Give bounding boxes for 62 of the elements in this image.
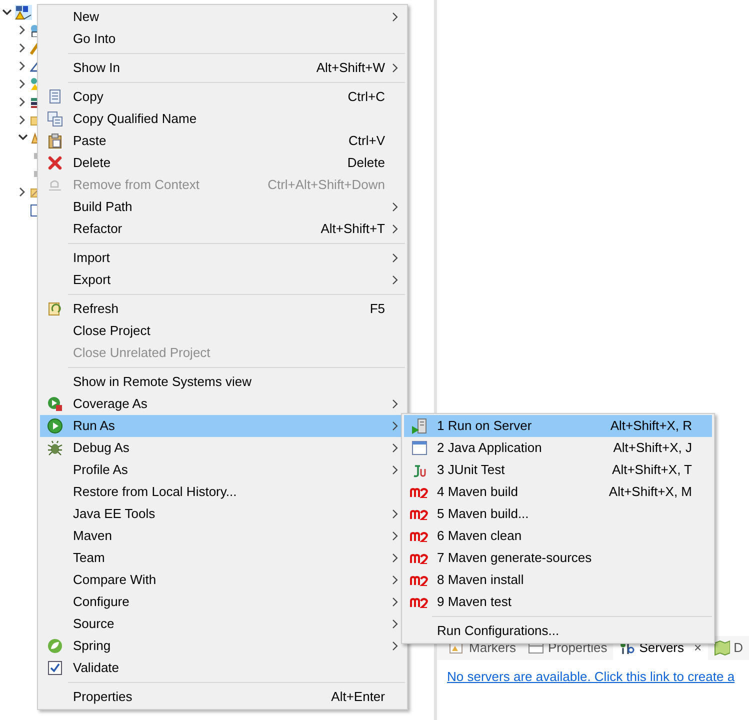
menu-item[interactable]: Compare With [40,569,405,591]
menu-item[interactable]: 1 Run on Server Alt+Shift+X, R [404,415,712,437]
menu-item[interactable]: Coverage As [40,393,405,415]
play-icon [47,418,63,434]
copy-icon [47,111,63,127]
menu-item[interactable]: Go Into [40,28,405,50]
map-icon [714,640,730,656]
menu-item[interactable]: Refactor Alt+Shift+T [40,218,405,240]
create-server-link[interactable]: No servers are available. Click this link to create a [447,669,735,684]
maven-icon [410,508,428,520]
menu-item[interactable]: Properties Alt+Enter [40,686,405,708]
menu-item[interactable]: 4 Maven build Alt+Shift+X, M [404,481,712,503]
menu-item[interactable]: Paste Ctrl+V [40,130,405,152]
menu-item[interactable]: 6 Maven clean [404,525,712,547]
window-icon [411,440,427,456]
menu-item[interactable]: Debug As [40,437,405,459]
bug-icon [47,440,63,456]
menu-item[interactable]: Maven [40,525,405,547]
menu-item[interactable]: Java EE Tools [40,503,405,525]
menu-item[interactable]: Build Path [40,196,405,218]
menu-item[interactable]: Show in Remote Systems view [40,371,405,393]
copy-icon [47,89,63,105]
maven-icon [410,486,428,498]
paste-icon [47,133,63,149]
menu-item[interactable]: Show In Alt+Shift+W [40,57,405,79]
expand-toggle-icon[interactable] [18,133,28,143]
menu-item[interactable]: Configure [40,591,405,613]
tree-node-icon [30,41,40,55]
menu-item[interactable]: Copy Ctrl+C [40,86,405,108]
menu-item[interactable]: Export [40,269,405,291]
menu-item[interactable]: Profile As [40,459,405,481]
menu-item[interactable]: Team [40,547,405,569]
menu-item[interactable]: 3 JUnit Test Alt+Shift+X, T [404,459,712,481]
menu-item[interactable]: New [40,6,405,28]
tree-node-icon [30,131,40,145]
checkbox-icon [47,660,63,676]
maven-icon [410,552,428,564]
menu-item[interactable]: Import [40,247,405,269]
delete-icon [47,155,63,171]
menu-item[interactable]: Source [40,613,405,635]
menu-item[interactable]: Spring [40,635,405,657]
junit-icon [411,462,427,478]
expand-toggle-icon[interactable] [2,8,12,16]
menu-item[interactable]: 8 Maven install [404,569,712,591]
tree-node-icon [30,77,40,91]
menu-item[interactable]: Close Project [40,320,405,342]
maven-icon [410,574,428,586]
maven-icon [410,596,428,608]
play-icon [47,396,63,412]
menu-item[interactable]: 5 Maven build... [404,503,712,525]
menu-item[interactable]: Restore from Local History... [40,481,405,503]
menu-item[interactable]: Copy Qualified Name [40,108,405,130]
menu-item[interactable]: 2 Java Application Alt+Shift+X, J [404,437,712,459]
server-icon [411,418,427,434]
menu-item[interactable]: Refresh F5 [40,298,405,320]
menu-item[interactable]: 9 Maven test [404,591,712,613]
menu-item[interactable]: Delete Delete [40,152,405,174]
menu-item[interactable]: Validate [40,657,405,679]
menu-item[interactable]: 7 Maven generate-sources [404,547,712,569]
refresh-icon [47,301,63,317]
leaf-icon [47,638,63,654]
maven-icon [410,530,428,542]
